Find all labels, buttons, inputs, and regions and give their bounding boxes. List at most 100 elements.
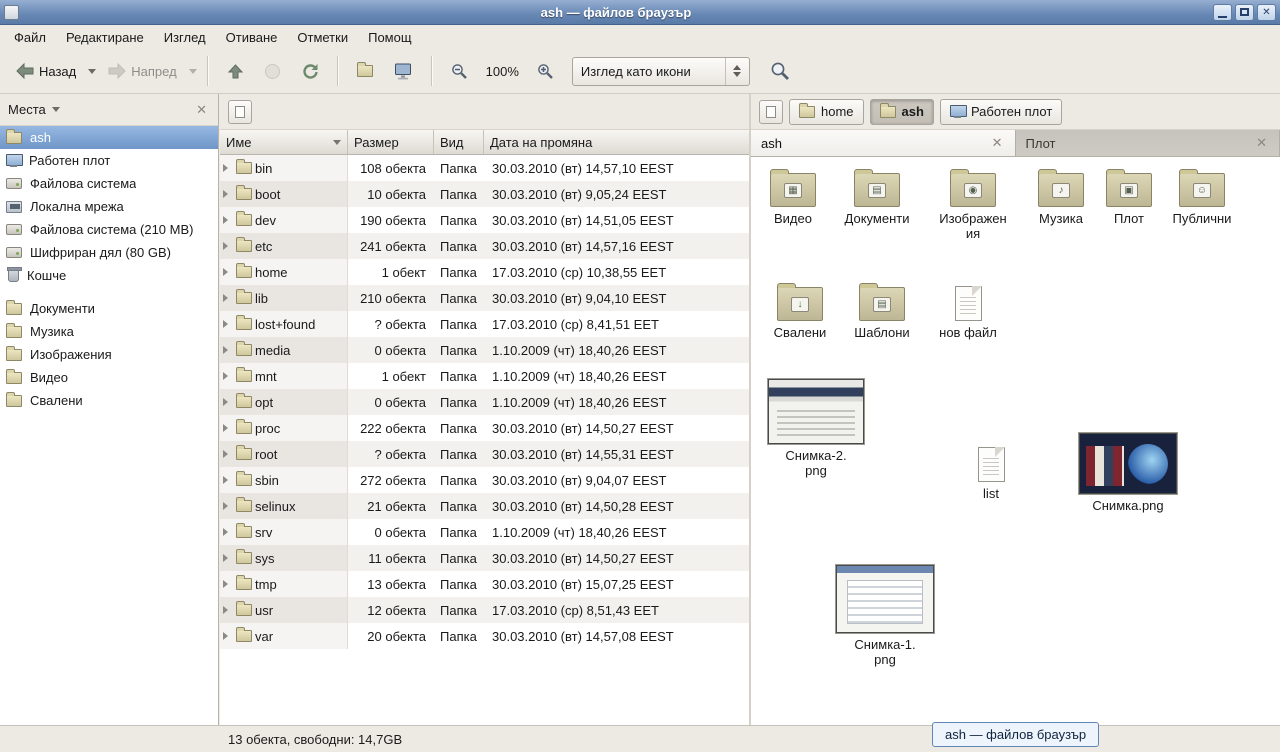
expander-icon[interactable] — [223, 528, 232, 536]
table-row[interactable]: root? обектаПапка30.03.2010 (вт) 14,55,3… — [220, 441, 749, 467]
expander-icon[interactable] — [223, 424, 232, 432]
column-header-type[interactable]: Вид — [434, 130, 484, 154]
expander-icon[interactable] — [223, 164, 232, 172]
computer-button[interactable] — [385, 56, 421, 87]
tab-ash[interactable]: ash✕ — [751, 130, 1016, 156]
sidebar-dropdown-icon[interactable] — [52, 107, 60, 116]
icon-music-folder[interactable]: ♪Музика — [1028, 173, 1094, 227]
expander-icon[interactable] — [223, 268, 232, 276]
table-row[interactable]: usr12 обектаПапка17.03.2010 (ср) 8,51,43… — [220, 597, 749, 623]
expander-icon[interactable] — [223, 450, 232, 458]
menu-file[interactable]: Файл — [4, 27, 56, 48]
sidebar-item-filesystem-210mb[interactable]: Файлова система (210 MB) — [0, 218, 218, 241]
close-button[interactable]: ✕ — [1257, 4, 1276, 21]
expander-icon[interactable] — [223, 320, 232, 328]
sidebar-item-documents[interactable]: Документи — [0, 297, 218, 320]
sidebar-item-filesystem[interactable]: Файлова система — [0, 172, 218, 195]
table-row[interactable]: bin108 обектаПапка30.03.2010 (вт) 14,57,… — [220, 155, 749, 181]
expander-icon[interactable] — [223, 346, 232, 354]
zoom-out-button[interactable] — [443, 56, 476, 87]
icon-view[interactable]: ▦Видео ▤Документи ◉Изображения ♪Музика ▣… — [751, 157, 1280, 725]
icon-desktop-folder[interactable]: ▣Плот — [1101, 173, 1157, 227]
tab-close-icon[interactable]: ✕ — [1254, 135, 1269, 151]
back-history-dropdown[interactable] — [88, 69, 96, 78]
expander-icon[interactable] — [223, 632, 232, 640]
menu-help[interactable]: Помощ — [358, 27, 421, 48]
table-row[interactable]: opt0 обектаПапка1.10.2009 (чт) 18,40,26 … — [220, 389, 749, 415]
icon-downloads-folder[interactable]: ↓Свалени — [767, 287, 833, 341]
search-button[interactable] — [762, 54, 798, 88]
icon-video-folder[interactable]: ▦Видео — [760, 173, 826, 227]
expander-icon[interactable] — [223, 398, 232, 406]
table-row[interactable]: media0 обектаПапка1.10.2009 (чт) 18,40,2… — [220, 337, 749, 363]
back-button[interactable]: Назад — [8, 56, 84, 86]
sidebar-item-music[interactable]: Музика — [0, 320, 218, 343]
icon-pictures-folder[interactable]: ◉Изображения — [938, 173, 1008, 242]
stop-button[interactable] — [256, 56, 289, 87]
column-header-modified[interactable]: Дата на промяна — [484, 130, 749, 154]
icon-public-folder[interactable]: ☺Публични — [1167, 173, 1237, 227]
table-row[interactable]: sys11 обектаПапка30.03.2010 (вт) 14,50,2… — [220, 545, 749, 571]
sidebar-item-trash[interactable]: Кошче — [0, 264, 218, 287]
tab-close-icon[interactable]: ✕ — [990, 135, 1005, 151]
table-row[interactable]: lib210 обектаПапка30.03.2010 (вт) 9,04,1… — [220, 285, 749, 311]
column-header-name[interactable]: Име — [220, 130, 348, 154]
expander-icon[interactable] — [223, 476, 232, 484]
menu-bookmarks[interactable]: Отметки — [287, 27, 358, 48]
sidebar-item-encrypted[interactable]: Шифриран дял (80 GB) — [0, 241, 218, 264]
menu-edit[interactable]: Редактиране — [56, 27, 154, 48]
icon-snimka[interactable]: Снимка.png — [1078, 433, 1178, 514]
zoom-in-button[interactable] — [529, 56, 562, 87]
icon-new-file[interactable]: нов файл — [937, 286, 999, 341]
expander-icon[interactable] — [223, 580, 232, 588]
sidebar-item-network[interactable]: Локална мрежа — [0, 195, 218, 218]
menu-go[interactable]: Отиване — [216, 27, 288, 48]
view-mode-select[interactable]: Изглед като икони — [572, 57, 750, 86]
table-row[interactable]: home1 обектПапка17.03.2010 (ср) 10,38,55… — [220, 259, 749, 285]
expander-icon[interactable] — [223, 216, 232, 224]
expander-icon[interactable] — [223, 190, 232, 198]
window-menu-icon[interactable] — [4, 5, 19, 20]
titlebar[interactable]: ash — файлов браузър ✕ — [0, 0, 1280, 25]
table-row[interactable]: tmp13 обектаПапка30.03.2010 (вт) 15,07,2… — [220, 571, 749, 597]
menu-view[interactable]: Изглед — [154, 27, 216, 48]
breadcrumb-ash[interactable]: ash — [870, 99, 934, 125]
minimize-button[interactable] — [1213, 4, 1232, 21]
sidebar-item-pictures[interactable]: Изображения — [0, 343, 218, 366]
expander-icon[interactable] — [223, 502, 232, 510]
up-button[interactable] — [219, 56, 252, 87]
breadcrumb-home[interactable]: home — [789, 99, 864, 125]
sidebar-item-downloads[interactable]: Свалени — [0, 389, 218, 412]
expander-icon[interactable] — [223, 606, 232, 614]
expander-icon[interactable] — [223, 554, 232, 562]
forward-button[interactable]: Напред — [100, 56, 184, 86]
table-row[interactable]: sbin272 обектаПапка30.03.2010 (вт) 9,04,… — [220, 467, 749, 493]
sidebar-item-desktop[interactable]: Работен плот — [0, 149, 218, 172]
pane-location-button[interactable] — [228, 100, 252, 124]
table-row[interactable]: mnt1 обектПапка1.10.2009 (чт) 18,40,26 E… — [220, 363, 749, 389]
breadcrumb-desktop[interactable]: Работен плот — [940, 99, 1062, 125]
sidebar-item-video[interactable]: Видео — [0, 366, 218, 389]
icon-list-file[interactable]: list — [961, 447, 1021, 502]
maximize-button[interactable] — [1235, 4, 1254, 21]
table-row[interactable]: lost+found? обектаПапка17.03.2010 (ср) 8… — [220, 311, 749, 337]
table-row[interactable]: dev190 обектаПапка30.03.2010 (вт) 14,51,… — [220, 207, 749, 233]
icon-snimka-2[interactable]: Снимка-2.png — [767, 379, 865, 479]
table-row[interactable]: selinux21 обектаПапка30.03.2010 (вт) 14,… — [220, 493, 749, 519]
home-button[interactable] — [349, 58, 381, 84]
table-row[interactable]: boot10 обектаПапка30.03.2010 (вт) 9,05,2… — [220, 181, 749, 207]
column-header-size[interactable]: Размер — [348, 130, 434, 154]
table-row[interactable]: proc222 обектаПапка30.03.2010 (вт) 14,50… — [220, 415, 749, 441]
table-row[interactable]: var20 обектаПапка30.03.2010 (вт) 14,57,0… — [220, 623, 749, 649]
forward-history-dropdown[interactable] — [189, 69, 197, 78]
expander-icon[interactable] — [223, 242, 232, 250]
table-row[interactable]: etc241 обектаПапка30.03.2010 (вт) 14,57,… — [220, 233, 749, 259]
table-row[interactable]: srv0 обектаПапка1.10.2009 (чт) 18,40,26 … — [220, 519, 749, 545]
tab-plot[interactable]: Плот✕ — [1016, 130, 1280, 156]
icon-templates-folder[interactable]: ▤Шаблони — [847, 287, 917, 341]
expander-icon[interactable] — [223, 294, 232, 302]
pathbar-root-button[interactable] — [759, 100, 783, 124]
sidebar-item-ash[interactable]: ash — [0, 126, 218, 149]
icon-documents-folder[interactable]: ▤Документи — [831, 173, 923, 227]
expander-icon[interactable] — [223, 372, 232, 380]
